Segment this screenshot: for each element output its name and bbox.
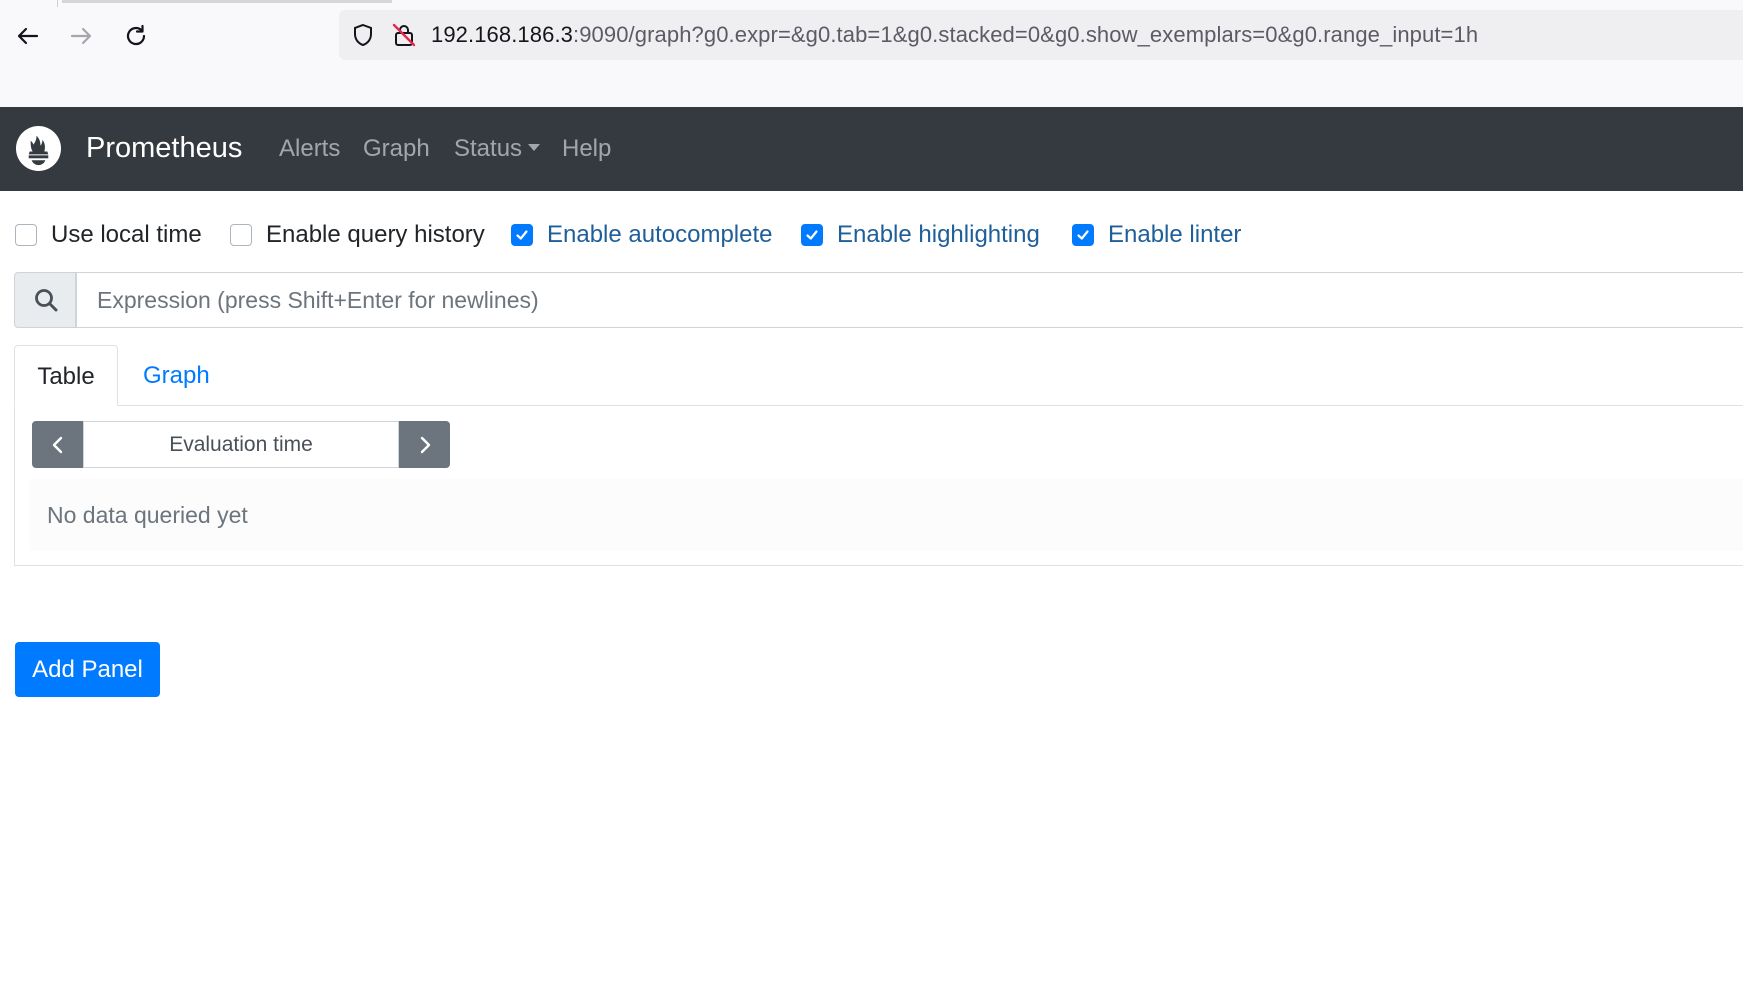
empty-state: No data queried yet — [30, 479, 1743, 551]
panel-body: Evaluation time No data queried yet — [14, 406, 1743, 566]
nav-link-help[interactable]: Help — [562, 134, 611, 164]
insecure-lock-icon[interactable] — [391, 22, 417, 48]
url-path: :9090/graph?g0.expr=&g0.tab=1&g0.stacked… — [573, 22, 1479, 47]
expression-input[interactable]: Expression (press Shift+Enter for newlin… — [75, 272, 1743, 328]
option-use-local-time[interactable]: Use local time — [15, 219, 202, 251]
back-button[interactable] — [10, 18, 46, 54]
checkmark-icon — [516, 230, 528, 240]
search-icon — [34, 289, 57, 312]
chevron-right-icon — [420, 436, 430, 453]
forward-arrow-icon — [70, 27, 92, 45]
tab-graph[interactable]: Graph — [143, 345, 221, 406]
expression-placeholder: Expression (press Shift+Enter for newlin… — [97, 287, 539, 313]
option-label: Enable query history — [266, 221, 485, 248]
checkmark-icon — [1077, 230, 1089, 240]
top-navbar: Prometheus Alerts Graph Status Help — [0, 107, 1743, 191]
option-label: Enable autocomplete — [547, 221, 773, 248]
query-panel: Table Graph Evaluation time No data quer… — [14, 345, 1743, 566]
add-panel-button[interactable]: Add Panel — [15, 642, 160, 697]
forward-button[interactable] — [63, 18, 99, 54]
prometheus-logo-icon[interactable] — [15, 125, 62, 172]
checkbox-use-local-time[interactable] — [15, 224, 37, 246]
option-query-history[interactable]: Enable query history — [230, 219, 485, 251]
expression-input-group: Expression (press Shift+Enter for newlin… — [14, 272, 1743, 328]
eval-time-back-button[interactable] — [32, 421, 83, 468]
evaluation-time-input[interactable]: Evaluation time — [83, 421, 399, 468]
url-bar[interactable]: 192.168.186.3:9090/graph?g0.expr=&g0.tab… — [339, 10, 1743, 60]
search-button[interactable] — [14, 272, 77, 328]
back-arrow-icon — [17, 27, 39, 45]
reload-icon — [126, 24, 146, 46]
option-autocomplete[interactable]: Enable autocomplete — [511, 219, 773, 251]
empty-message: No data queried yet — [47, 502, 248, 528]
nav-link-alerts[interactable]: Alerts — [279, 134, 340, 164]
checkbox-autocomplete[interactable] — [511, 224, 533, 246]
checkbox-linter[interactable] — [1072, 224, 1094, 246]
checkbox-query-history[interactable] — [230, 224, 252, 246]
reload-button[interactable] — [118, 18, 154, 54]
browser-tab[interactable] — [62, 0, 392, 3]
option-label: Use local time — [51, 221, 202, 248]
checkbox-highlighting[interactable] — [801, 224, 823, 246]
checkmark-icon — [806, 230, 818, 240]
url-text[interactable]: 192.168.186.3:9090/graph?g0.expr=&g0.tab… — [431, 21, 1478, 49]
tab-table[interactable]: Table — [14, 345, 118, 406]
nav-link-graph[interactable]: Graph — [363, 134, 430, 164]
caret-down-icon — [528, 144, 541, 152]
eval-time-forward-button[interactable] — [399, 421, 450, 468]
nav-link-status-label: Status — [454, 135, 523, 162]
url-host: 192.168.186.3 — [431, 22, 573, 47]
option-label: Enable linter — [1108, 221, 1242, 248]
option-label: Enable highlighting — [837, 221, 1040, 248]
nav-link-status[interactable]: Status — [454, 134, 541, 164]
browser-toolbar: 192.168.186.3:9090/graph?g0.expr=&g0.tab… — [0, 0, 1743, 107]
tab-edge — [57, 0, 58, 7]
option-linter[interactable]: Enable linter — [1072, 219, 1241, 251]
shield-icon[interactable] — [350, 22, 376, 48]
chevron-left-icon — [52, 436, 62, 453]
brand-title[interactable]: Prometheus — [86, 129, 242, 167]
option-highlighting[interactable]: Enable highlighting — [801, 219, 1040, 251]
